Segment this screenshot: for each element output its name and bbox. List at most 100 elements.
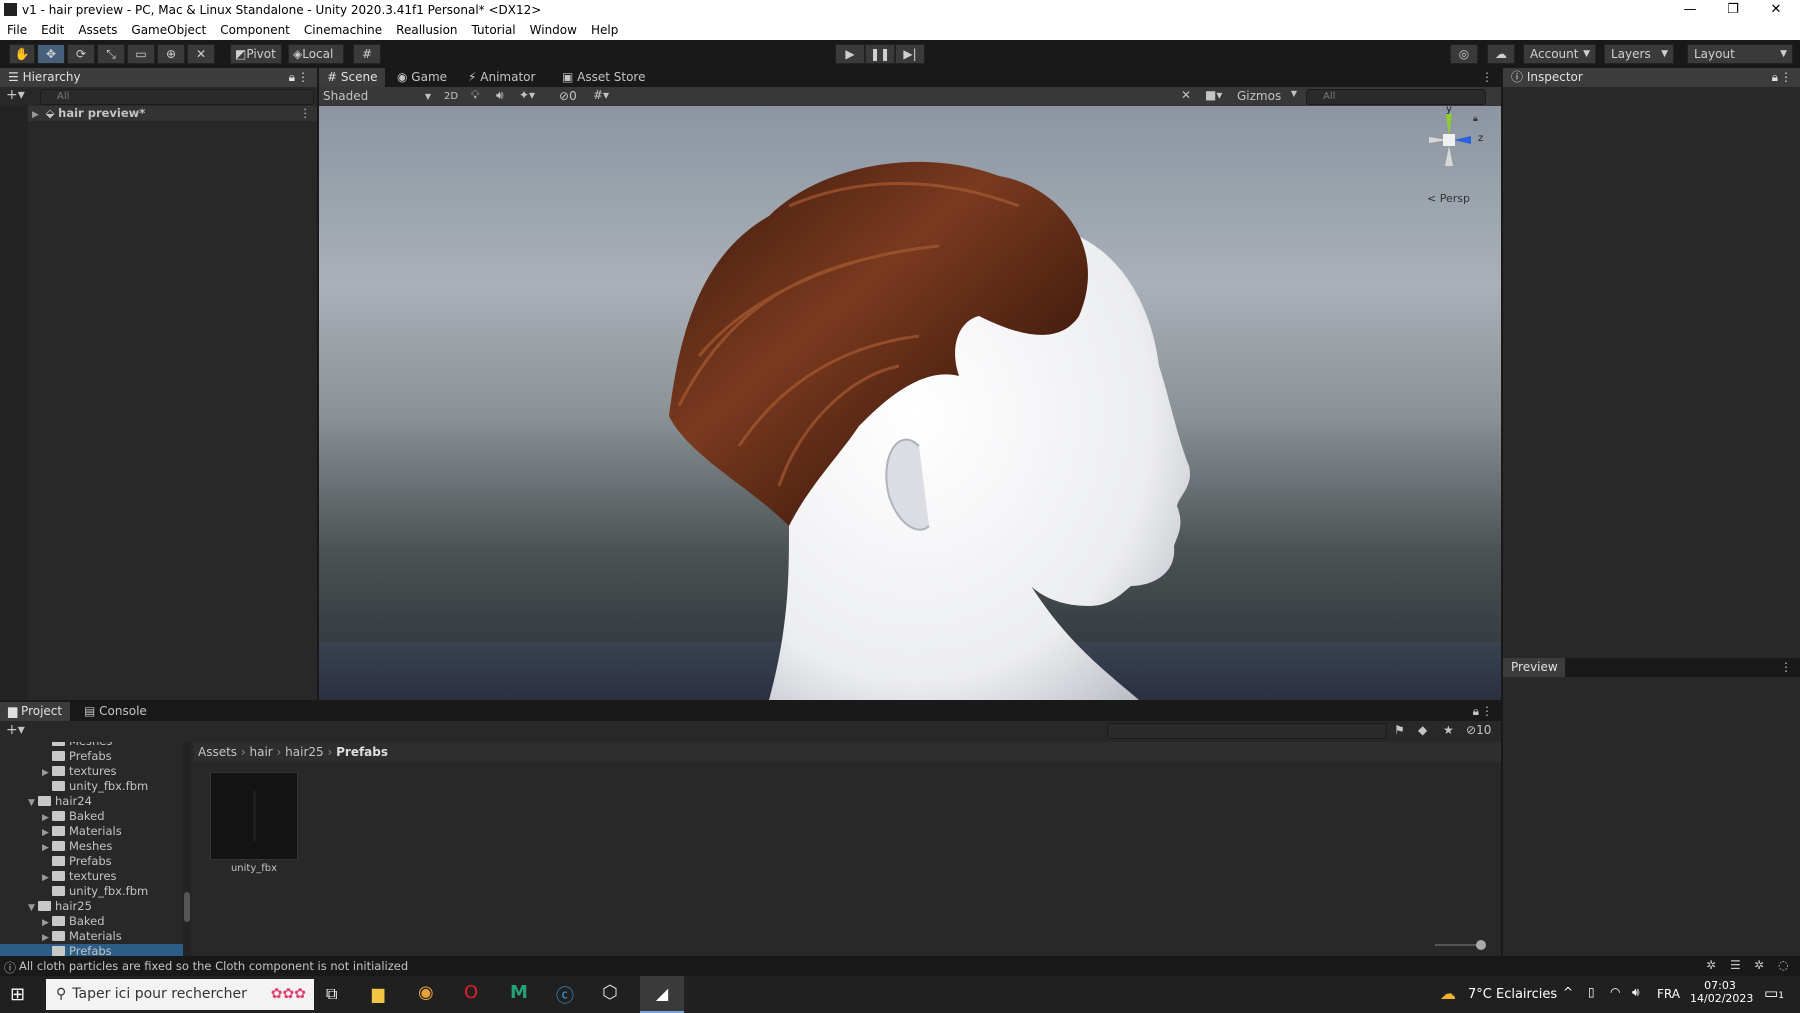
menu-help[interactable]: Help <box>584 23 625 37</box>
orientation-gizmo[interactable]: y z 🔒︎ < Persp <box>1399 106 1499 206</box>
2d-toggle[interactable]: 2D <box>439 89 463 104</box>
effects-toggle-icon[interactable]: ✦▾ <box>519 88 535 102</box>
chevron-up-icon[interactable]: ^ <box>1563 985 1573 999</box>
more-options-icon[interactable]: ⋮ <box>1780 660 1792 674</box>
tree-scrollbar[interactable] <box>183 742 191 956</box>
auto-generate-icon[interactable]: ◌ <box>1778 958 1788 972</box>
tree-folder-item[interactable]: Prefabs <box>0 854 183 869</box>
tree-folder-item[interactable]: ▶ Baked <box>0 914 183 929</box>
menu-gameobject[interactable]: GameObject <box>124 23 213 37</box>
asset-item[interactable]: unity_fbx <box>210 772 298 876</box>
collab-button[interactable]: ◎ <box>1450 44 1478 64</box>
camera-dropdown-icon[interactable]: ■▾ <box>1205 88 1222 102</box>
tree-folder-item[interactable]: ▶ Meshes <box>0 839 183 854</box>
lock-icon[interactable]: 🔒︎ <box>1473 114 1478 124</box>
file-explorer-icon[interactable]: ▆ <box>372 984 384 1003</box>
windows-start-icon[interactable]: ⊞ <box>10 984 25 1005</box>
hidden-objects-toggle[interactable]: ⊘0 <box>559 89 577 103</box>
zoom-slider[interactable] <box>1435 940 1486 950</box>
audio-toggle-icon[interactable]: 🔊︎ <box>496 88 504 103</box>
more-options-icon[interactable]: ⋮ <box>1481 70 1493 84</box>
lock-icon[interactable]: 🔒︎ <box>1772 68 1778 87</box>
step-button[interactable]: ▶| <box>895 44 925 64</box>
rotate-tool-button[interactable]: ⟳ <box>67 44 95 64</box>
tree-folder-item[interactable]: Meshes <box>0 742 183 749</box>
favorite-star-icon[interactable]: ★ <box>1443 723 1454 737</box>
play-button[interactable]: ▶ <box>835 44 865 64</box>
scale-tool-button[interactable]: ⤡ <box>97 44 125 64</box>
tab-animator[interactable]: ⚡ Animator <box>460 68 543 87</box>
grid-toggle-icon[interactable]: #▾ <box>593 88 609 102</box>
custom-tool-button[interactable]: ✕ <box>187 44 215 64</box>
cloud-button[interactable]: ☁ <box>1487 44 1515 64</box>
menu-file[interactable]: File <box>0 23 34 37</box>
wifi-icon[interactable]: ◠ <box>1610 985 1620 999</box>
debug-icon[interactable]: ✲ <box>1706 958 1716 972</box>
lighting-icon[interactable]: ✲ <box>1754 958 1764 972</box>
scrollbar-thumb[interactable] <box>184 892 190 922</box>
tree-folder-item[interactable]: unity_fbx.fbm <box>0 884 183 899</box>
expand-arrow-icon[interactable]: ▶ <box>32 108 42 123</box>
lock-icon[interactable]: 🔒︎ <box>1473 704 1479 719</box>
menu-component[interactable]: Component <box>213 23 297 37</box>
filter-by-type-icon[interactable]: ⚑ <box>1394 723 1405 737</box>
layout-dropdown[interactable]: Layout ▼ <box>1687 44 1793 64</box>
menu-reallusion[interactable]: Reallusion <box>389 23 464 37</box>
clock[interactable]: 07:03 14/02/2023 <box>1690 979 1753 1005</box>
menu-cinemachine[interactable]: Cinemachine <box>297 23 389 37</box>
task-view-icon[interactable]: ⧉ <box>326 984 337 1004</box>
tree-folder-item[interactable]: ▼ hair25 <box>0 899 183 914</box>
tools-icon[interactable]: ✕ <box>1181 88 1191 102</box>
tree-folder-item[interactable]: ▶ textures <box>0 764 183 779</box>
shading-dropdown[interactable]: Shaded ▼ <box>323 89 435 104</box>
c-app-icon[interactable]: ⓒ <box>556 982 574 1008</box>
hierarchy-search-input[interactable]: All <box>40 89 314 105</box>
close-button[interactable]: ✕ <box>1756 0 1796 20</box>
hierarchy-scene-row[interactable]: ▶ ⬙ hair preview* ⋮ <box>28 106 317 121</box>
tab-scene[interactable]: # Scene <box>319 68 386 87</box>
status-message[interactable]: All cloth particles are fixed so the Clo… <box>19 959 408 973</box>
tree-folder-item[interactable]: ▼ hair24 <box>0 794 183 809</box>
m-app-icon[interactable]: M <box>510 982 528 1003</box>
notification-icon[interactable]: ▭1 <box>1764 984 1784 1002</box>
menu-assets[interactable]: Assets <box>71 23 124 37</box>
project-search-input[interactable] <box>1107 723 1387 739</box>
layers-dropdown[interactable]: Layers ▼ <box>1604 44 1674 64</box>
unity-hub-icon[interactable]: ⬡ <box>602 982 618 1003</box>
breadcrumb-prefabs[interactable]: Prefabs <box>336 745 388 759</box>
transform-tool-button[interactable]: ⊕ <box>157 44 185 64</box>
tree-folder-item[interactable]: Prefabs <box>0 749 183 764</box>
tab-asset-store[interactable]: ▣ Asset Store <box>554 68 654 87</box>
projection-label[interactable]: < Persp <box>1427 192 1470 205</box>
tab-inspector[interactable]: ⓘ Inspector 🔒︎ ⋮ <box>1503 68 1800 87</box>
tree-folder-item[interactable]: ▶ Baked <box>0 809 183 824</box>
weather-text[interactable]: 7°C Eclaircies <box>1468 987 1557 1002</box>
tab-preview[interactable]: Preview <box>1503 658 1565 677</box>
tab-hierarchy[interactable]: ☰ Hierarchy 🔒︎ ⋮ <box>0 68 317 87</box>
scene-search-input[interactable]: All <box>1306 89 1486 105</box>
hand-tool-button[interactable]: ✋ <box>9 44 35 64</box>
local-toggle[interactable]: ◈Local <box>288 44 344 64</box>
more-options-icon[interactable]: ⋮ <box>297 68 309 87</box>
pivot-toggle[interactable]: ◩Pivot <box>230 44 282 64</box>
more-options-icon[interactable]: ⋮ <box>1780 68 1792 87</box>
zoom-slider-handle[interactable] <box>1476 940 1486 950</box>
tree-folder-item[interactable]: unity_fbx.fbm <box>0 779 183 794</box>
chrome-icon[interactable]: ◉ <box>418 982 434 1003</box>
pause-button[interactable]: ❚❚ <box>865 44 895 64</box>
menu-edit[interactable]: Edit <box>34 23 71 37</box>
menu-window[interactable]: Window <box>523 23 584 37</box>
unity-editor-taskbar-button[interactable]: ◢ <box>640 976 684 1013</box>
gizmos-dropdown[interactable]: Gizmos ▼ <box>1237 89 1299 103</box>
rect-tool-button[interactable]: ▭ <box>127 44 155 64</box>
create-button[interactable]: +▾ <box>6 722 25 738</box>
tree-folder-item[interactable]: ▶ Materials <box>0 929 183 944</box>
breadcrumb-assets[interactable]: Assets <box>198 745 237 759</box>
filter-by-label-icon[interactable]: ◆ <box>1418 723 1427 737</box>
lock-icon[interactable]: 🔒︎ <box>289 68 295 87</box>
hidden-packages-toggle[interactable]: ⊘10 <box>1466 723 1491 737</box>
restore-button[interactable]: ❐ <box>1713 0 1753 20</box>
move-tool-button[interactable]: ✥ <box>37 44 65 64</box>
account-dropdown[interactable]: Account ▼ <box>1523 44 1596 64</box>
create-button[interactable]: +▾ <box>6 87 25 103</box>
